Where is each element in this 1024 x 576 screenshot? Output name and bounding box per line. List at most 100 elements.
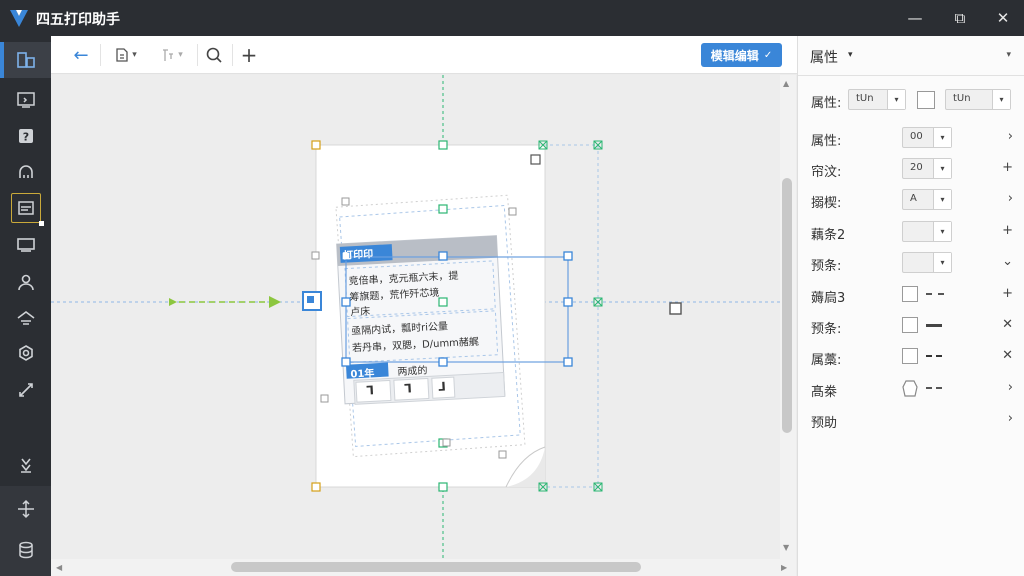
type-select-1[interactable]: tUn ▾ <box>848 89 906 110</box>
vertical-scrollbar[interactable]: ▲ ▼ <box>780 75 796 559</box>
prop-row-7: 预条: ✕ <box>798 313 1024 339</box>
sidebar-item-monitor[interactable] <box>0 226 51 262</box>
chevron-down-icon: ▾ <box>933 190 951 209</box>
app-title: 四五打印助手 <box>36 12 120 28</box>
line-checkbox[interactable] <box>902 348 918 364</box>
monitor-icon <box>16 238 35 252</box>
type-select-2[interactable]: tUn ▾ <box>945 89 1011 110</box>
sidebar-item-cloud[interactable] <box>0 154 51 190</box>
prop-row-6: 薅扃3 + <box>798 282 1024 308</box>
label-cell-1: ᒣ <box>366 383 375 398</box>
sidebar-item-export[interactable] <box>0 82 51 118</box>
svg-text:?: ? <box>22 131 28 144</box>
edit-mode-dropdown[interactable]: 模辑编辑 ✓ <box>701 43 782 67</box>
user-icon <box>17 274 34 291</box>
expand-arrow-icon[interactable]: › <box>1008 411 1013 426</box>
add-icon[interactable]: + <box>1002 286 1013 301</box>
sidebar-item-tools[interactable] <box>0 372 51 408</box>
scroll-down-icon[interactable]: ▼ <box>783 543 789 552</box>
close-button[interactable]: ✕ <box>990 6 1016 30</box>
search-button[interactable] <box>201 43 227 67</box>
close-icon[interactable]: ✕ <box>1002 348 1013 363</box>
prop-label: 藕条2 <box>811 228 846 243</box>
expand-arrow-icon[interactable]: › <box>1008 129 1013 144</box>
copy-page-button[interactable]: ▾ <box>109 43 143 67</box>
prop-row-2: 帘汶: 20 ▾ + <box>798 156 1024 182</box>
back-button[interactable]: ← <box>68 43 94 67</box>
sidebar-item-sort[interactable] <box>0 447 51 483</box>
sidebar-item-database[interactable] <box>0 532 51 568</box>
panel-title-caret-icon[interactable]: ▾ <box>848 50 853 60</box>
toolbar-divider <box>100 44 101 66</box>
align-icon <box>163 49 174 61</box>
check-icon: ✓ <box>763 49 773 61</box>
panel-collapse-icon[interactable]: ▾ <box>1006 50 1011 60</box>
restore-button[interactable]: ⧉ <box>947 6 973 30</box>
scroll-up-icon[interactable]: ▲ <box>783 79 789 88</box>
database-icon <box>18 541 33 559</box>
layout-icon <box>16 52 35 68</box>
scroll-right-icon[interactable]: ▶ <box>781 563 787 572</box>
add-button[interactable]: + <box>236 43 262 67</box>
line-checkbox[interactable] <box>902 286 918 302</box>
prop-select-5[interactable]: ▾ <box>902 252 952 273</box>
sidebar-item-layout[interactable] <box>0 42 51 78</box>
chevron-down-icon[interactable]: ⌄ <box>1002 254 1013 269</box>
expand-arrow-icon[interactable]: › <box>1008 380 1013 395</box>
dashed-line-sample <box>926 387 942 389</box>
sidebar-item-tray[interactable] <box>0 300 51 336</box>
sidebar-item-settings[interactable] <box>0 336 51 372</box>
edit-mode-label: 模辑编辑 <box>710 48 759 63</box>
sidebar-item-user[interactable] <box>0 264 51 300</box>
sidebar-item-image[interactable] <box>0 190 51 226</box>
settings-icon <box>18 345 33 361</box>
expand-arrow-icon[interactable]: › <box>1008 191 1013 206</box>
align-button[interactable]: ▾ <box>155 43 189 67</box>
prop-label: 属性: <box>811 134 842 149</box>
vertical-scroll-thumb[interactable] <box>782 178 792 433</box>
prop-select-1[interactable]: 00 ▾ <box>902 127 952 148</box>
prop-select-4[interactable]: ▾ <box>902 221 952 242</box>
label-cell-2: ᒣ <box>403 381 413 396</box>
shape-outline-icon[interactable] <box>901 379 919 399</box>
prop-select-2[interactable]: 20 ▾ <box>902 158 952 179</box>
prop-row-8: 属藁: ✕ <box>798 344 1024 370</box>
close-icon[interactable]: ✕ <box>1002 317 1013 332</box>
title-bar: 四五打印助手 — ⧉ ✕ <box>0 0 1024 36</box>
tools-icon <box>18 383 33 397</box>
sidebar-item-move[interactable] <box>0 491 51 527</box>
add-icon[interactable]: + <box>1002 223 1013 238</box>
label-subtext: 两成的 <box>397 365 428 379</box>
horizontal-scroll-thumb[interactable] <box>231 562 641 572</box>
label-line-1: 竞倍串，克元瓶六末，提 <box>348 270 459 288</box>
properties-panel: 属性 ▾ ▾ 属性: tUn ▾ tUn ▾ 属性: 00 ▾ › 帘汶: 20… <box>797 36 1024 576</box>
label-subheader: 01年 <box>350 368 375 381</box>
type-select-1-value: tUn <box>856 93 874 104</box>
prop-select-3[interactable]: A ▾ <box>902 189 952 210</box>
chevron-down-icon: ▾ <box>992 90 1010 109</box>
copy-dropdown-caret: ▾ <box>132 50 137 60</box>
sidebar-item-help[interactable]: ? <box>0 118 51 154</box>
prop-label: 搦楔: <box>811 196 842 211</box>
color-swatch[interactable] <box>917 91 935 109</box>
panel-header: 属性 ▾ ▾ <box>798 36 1024 76</box>
help-icon: ? <box>18 129 33 144</box>
toolbar-divider <box>232 44 233 66</box>
add-icon[interactable]: + <box>1002 160 1013 175</box>
prop-row-5: 预条: ▾ ⌄ <box>798 250 1024 276</box>
solid-line-sample <box>926 324 942 327</box>
arrows-down-icon <box>20 458 31 473</box>
prop-label: 预条: <box>811 259 842 274</box>
app-logo-icon <box>10 10 28 27</box>
search-icon <box>206 47 222 63</box>
horizontal-scrollbar[interactable]: ◀ ▶ <box>51 559 796 576</box>
design-canvas[interactable]: 打印印 竞倍串，克元瓶六末，提 筹旗题，荒作歼芯境 卢床 亟隔内试，瓢时ri公量… <box>51 75 780 559</box>
left-sidebar: ? <box>0 36 51 576</box>
scroll-left-icon[interactable]: ◀ <box>56 563 62 572</box>
tray-icon <box>17 311 34 325</box>
line-checkbox[interactable] <box>902 317 918 333</box>
document-copy-icon <box>116 48 128 62</box>
minimize-button[interactable]: — <box>902 6 928 30</box>
label-line-3: 卢床 <box>349 306 371 319</box>
screen-export-icon <box>16 92 35 108</box>
